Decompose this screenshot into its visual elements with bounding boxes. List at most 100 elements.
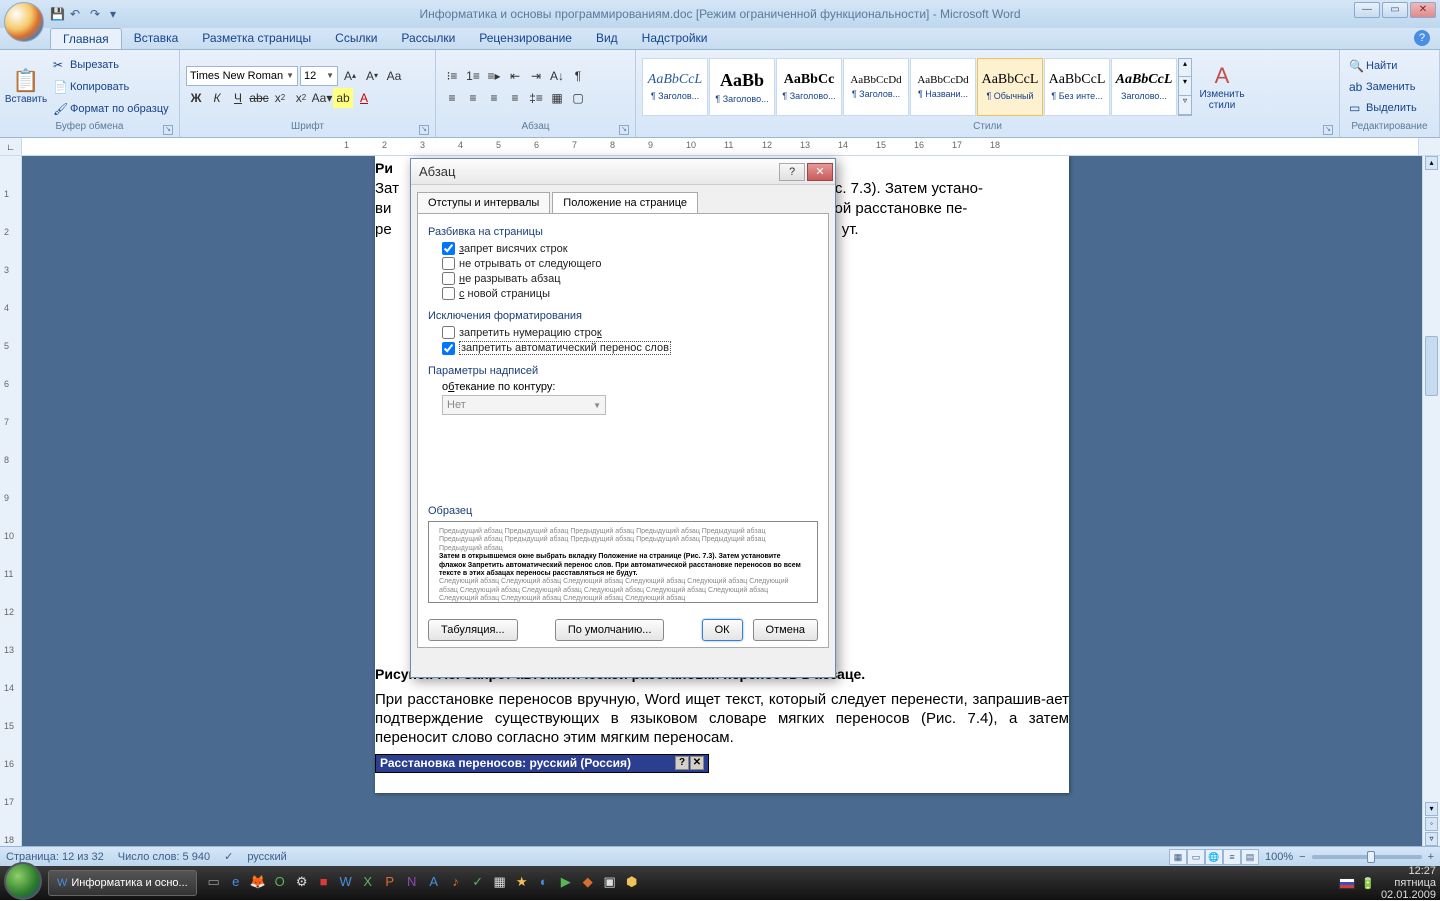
word-count[interactable]: Число слов: 5 940 [118, 851, 210, 863]
tab-view[interactable]: Вид [584, 28, 630, 49]
align-left-button[interactable]: ≡ [442, 88, 462, 108]
tab-selector[interactable]: ∟ [0, 138, 22, 155]
scroll-up-button[interactable]: ▴ [1425, 156, 1438, 170]
close-button[interactable]: ✕ [1410, 2, 1436, 18]
underline-button[interactable]: Ч [228, 88, 248, 108]
ql-icon[interactable]: ▦ [491, 874, 509, 892]
strikethrough-button[interactable]: abc [249, 88, 269, 108]
horizontal-ruler[interactable]: ∟ 123456789101112131415161718 [0, 138, 1440, 156]
checkbox-keep-with-next[interactable]: не отрывать от следующего [442, 257, 818, 270]
undo-icon[interactable]: ↶ [70, 7, 84, 21]
language-flag-icon[interactable] [1339, 878, 1355, 889]
decrease-indent-button[interactable]: ⇤ [505, 66, 525, 86]
ql-icon[interactable]: P [381, 874, 399, 892]
style-item[interactable]: AaBbCcDd¶ Заголов... [843, 58, 909, 116]
dialog-close-button[interactable]: ✕ [807, 163, 833, 181]
ql-icon[interactable]: W [337, 874, 355, 892]
ql-icon[interactable]: ■ [315, 874, 333, 892]
numbering-button[interactable]: 1≡ [463, 66, 483, 86]
style-item[interactable]: AaBbCcDd¶ Названи... [910, 58, 976, 116]
multilevel-button[interactable]: ≡▸ [484, 66, 504, 86]
sort-button[interactable]: A↓ [547, 66, 567, 86]
start-button[interactable] [4, 862, 42, 900]
checkbox-keep-together[interactable]: не разрывать абзац [442, 272, 818, 285]
print-layout-view[interactable]: ▦ [1169, 849, 1187, 865]
shading-button[interactable]: ▦ [547, 88, 567, 108]
font-name-combo[interactable]: Times New Roman▼ [186, 66, 298, 86]
next-page-button[interactable]: ▿ [1425, 832, 1438, 846]
page-indicator[interactable]: Страница: 12 из 32 [6, 851, 104, 863]
style-item[interactable]: AaBbCcLЗаголово... [1111, 58, 1177, 116]
paragraph-launcher[interactable]: ↘ [619, 125, 629, 135]
checkbox-suppress-line-numbers[interactable]: запретить нумерацию строк [442, 326, 818, 339]
italic-button[interactable]: К [207, 88, 227, 108]
ql-icon[interactable]: 🦊 [249, 874, 267, 892]
ql-icon[interactable]: ★ [513, 874, 531, 892]
ql-icon[interactable]: ▭ [205, 874, 223, 892]
show-marks-button[interactable]: ¶ [568, 66, 588, 86]
zoom-slider[interactable] [1312, 855, 1422, 859]
tab-page-layout[interactable]: Разметка страницы [190, 28, 323, 49]
ql-icon[interactable]: ✓ [469, 874, 487, 892]
replace-button[interactable]: abЗаменить [1346, 77, 1420, 97]
qat-customize-icon[interactable]: ▾ [110, 7, 124, 21]
style-item[interactable]: AaBb¶ Заголово... [709, 58, 775, 116]
system-clock[interactable]: 12:27 пятница 02.01.2009 [1381, 865, 1436, 901]
ql-icon[interactable]: N [403, 874, 421, 892]
dialog-help-button[interactable]: ? [779, 163, 805, 181]
language-indicator[interactable]: русский [247, 851, 286, 863]
style-item[interactable]: AaBbCc¶ Заголово... [776, 58, 842, 116]
find-button[interactable]: 🔍Найти [1346, 56, 1420, 76]
dialog-tab-indents[interactable]: Отступы и интервалы [417, 192, 550, 214]
copy-button[interactable]: 📄Копировать [50, 77, 172, 97]
ql-icon[interactable]: A [425, 874, 443, 892]
minimize-button[interactable]: — [1354, 2, 1380, 18]
tabs-button[interactable]: Табуляция... [428, 619, 518, 641]
ql-icon[interactable]: e [227, 874, 245, 892]
ql-icon[interactable]: ▶ [557, 874, 575, 892]
cancel-button[interactable]: Отмена [753, 619, 818, 641]
wrap-dropdown[interactable]: Нет▼ [442, 395, 606, 415]
font-launcher[interactable]: ↘ [419, 125, 429, 135]
full-screen-view[interactable]: ▭ [1187, 849, 1205, 865]
shrink-font-button[interactable]: A▾ [362, 66, 382, 86]
dialog-tab-position[interactable]: Положение на странице [552, 192, 698, 214]
styles-launcher[interactable]: ↘ [1323, 125, 1333, 135]
styles-scroll[interactable]: ▴▾▿ [1178, 58, 1192, 116]
draft-view[interactable]: ▤ [1241, 849, 1259, 865]
change-case-button[interactable]: Aa▾ [312, 88, 332, 108]
ql-icon[interactable]: ⚙ [293, 874, 311, 892]
zoom-in-button[interactable]: + [1428, 851, 1434, 863]
bold-button[interactable]: Ж [186, 88, 206, 108]
borders-button[interactable]: ▢ [568, 88, 588, 108]
increase-indent-button[interactable]: ⇥ [526, 66, 546, 86]
change-styles-button[interactable]: A Изменить стили [1194, 54, 1250, 120]
ql-icon[interactable]: O [271, 874, 289, 892]
style-item-selected[interactable]: AaBbCcL¶ Обычный [977, 58, 1043, 116]
ql-icon[interactable]: ♪ [447, 874, 465, 892]
clear-format-button[interactable]: Aa [384, 66, 404, 86]
format-painter-button[interactable]: 🖌Формат по образцу [50, 99, 172, 119]
style-item[interactable]: AaBbCcL¶ Заголов... [642, 58, 708, 116]
tab-insert[interactable]: Вставка [122, 28, 191, 49]
zoom-level[interactable]: 100% [1265, 851, 1293, 863]
ok-button[interactable]: ОК [702, 619, 743, 641]
checkbox-page-break-before[interactable]: с новой страницы [442, 287, 818, 300]
default-button[interactable]: По умолчанию... [555, 619, 665, 641]
paste-button[interactable]: 📋 Вставить [4, 54, 48, 120]
tab-mailings[interactable]: Рассылки [389, 28, 467, 49]
vertical-ruler[interactable]: 123456789101112131415161718 [0, 156, 22, 846]
clipboard-launcher[interactable]: ↘ [163, 125, 173, 135]
cut-button[interactable]: ✂Вырезать [50, 55, 172, 75]
highlight-button[interactable]: ab [333, 88, 353, 108]
font-color-button[interactable]: A [354, 88, 374, 108]
scroll-down-button[interactable]: ▾ [1425, 802, 1438, 816]
tab-review[interactable]: Рецензирование [467, 28, 584, 49]
checkbox-suppress-hyphenation[interactable]: запретить автоматический перенос слов [442, 341, 818, 355]
taskbar-app-word[interactable]: WИнформатика и осно... [48, 870, 197, 896]
ql-icon[interactable]: ⬢ [623, 874, 641, 892]
tab-references[interactable]: Ссылки [323, 28, 389, 49]
prev-page-button[interactable]: ◦ [1425, 817, 1438, 831]
save-icon[interactable]: 💾 [50, 7, 64, 21]
maximize-button[interactable]: ▭ [1382, 2, 1408, 18]
